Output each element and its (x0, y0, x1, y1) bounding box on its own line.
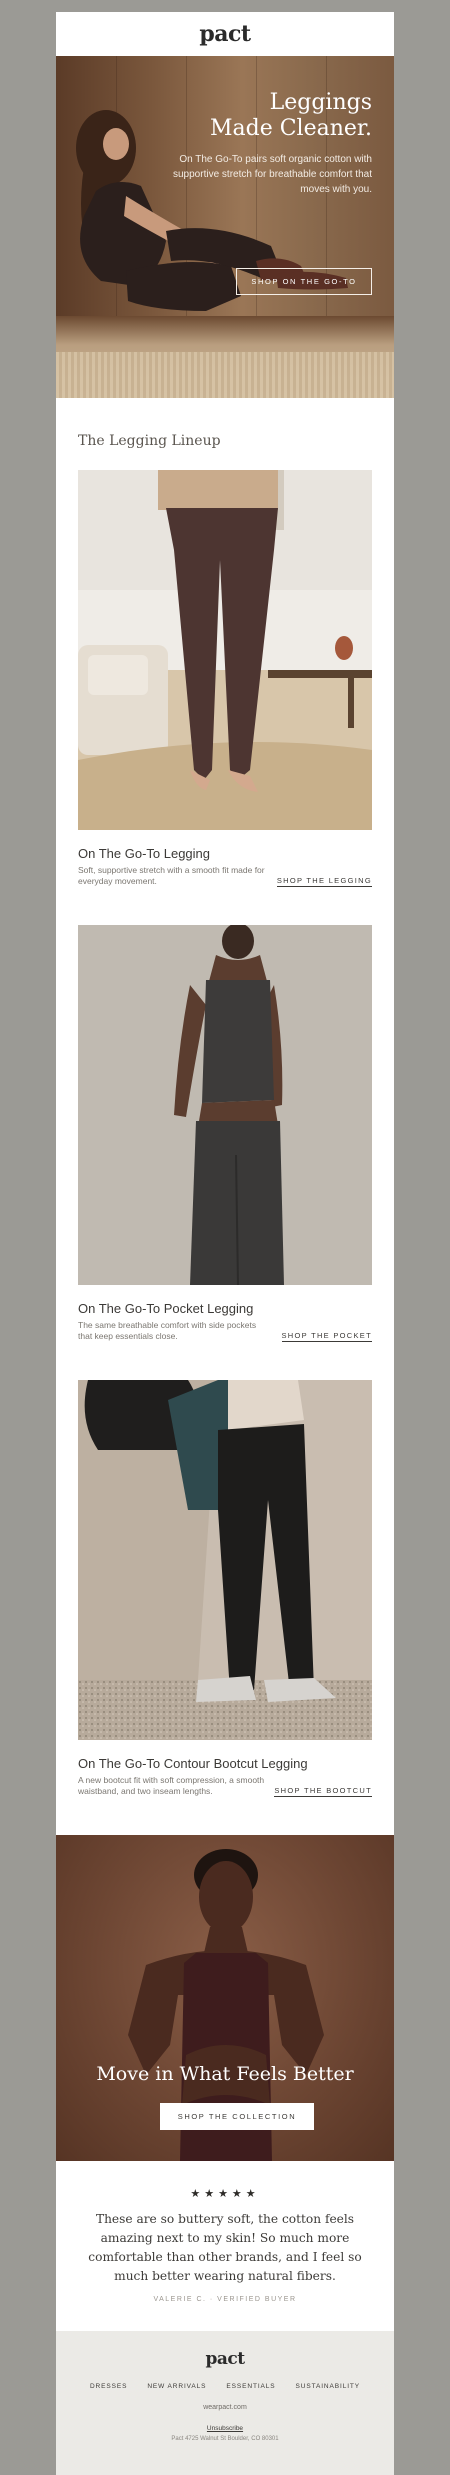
hero-copy: Leggings Made Cleaner. On The Go-To pair… (172, 90, 372, 197)
email-header: pact (56, 12, 394, 56)
footer-link-new-arrivals[interactable]: NEW ARRIVALS (147, 2383, 206, 2390)
product-image-legging[interactable] (78, 470, 372, 830)
footer-logo[interactable]: pact (56, 2349, 394, 2369)
shop-the-bootcut-link[interactable]: SHOP THE BOOTCUT (274, 1786, 372, 1797)
product-image-bootcut-legging[interactable] (78, 1380, 372, 1740)
footer-address: Pact 4725 Walnut St Boulder, CO 80301 (171, 2436, 279, 2442)
hero-title: Leggings Made Cleaner. (172, 90, 372, 142)
pact-logo[interactable]: pact (199, 21, 251, 47)
product-name[interactable]: On The Go-To Contour Bootcut Legging (78, 1756, 372, 1771)
product-image-pocket-legging[interactable] (78, 925, 372, 1285)
footer-link-dresses[interactable]: DRESSES (90, 2383, 127, 2390)
hero-section: Leggings Made Cleaner. On The Go-To pair… (56, 56, 394, 398)
product-card: On The Go-To Contour Bootcut Legging A n… (56, 1380, 394, 1835)
product-description: A new bootcut fit with soft compression,… (78, 1775, 265, 1796)
review-quote: These are so buttery soft, the cotton fe… (88, 2212, 362, 2283)
customer-review: ★★★★★ These are so buttery soft, the cot… (56, 2161, 394, 2331)
collection-banner: Move in What Feels Better SHOP THE COLLE… (56, 1835, 394, 2161)
footer-link-essentials[interactable]: ESSENTIALS (226, 2383, 275, 2390)
email-footer: pact DRESSES NEW ARRIVALS ESSENTIALS SUS… (56, 2331, 394, 2475)
product-description: The same breathable comfort with side po… (78, 1320, 257, 1341)
shop-on-the-go-to-button[interactable]: SHOP ON THE GO-TO (236, 268, 372, 295)
shop-the-collection-button[interactable]: SHOP THE COLLECTION (160, 2103, 314, 2130)
hero-title-line-2: Made Cleaner. (209, 116, 372, 141)
hero-body-text: On The Go-To pairs soft organic cotton w… (173, 154, 372, 195)
reviewer-name: VALERIE C. · VERIFIED BUYER (153, 2296, 297, 2303)
email-container: pact Leggings Made Cleaner. On The Go-To… (56, 12, 394, 2475)
hero-title-line-1: Leggings (269, 90, 372, 115)
footer-website-link[interactable]: wearpact.com (56, 2404, 394, 2411)
product-card: On The Go-To Pocket Legging The same bre… (56, 925, 394, 1380)
shop-the-legging-link[interactable]: SHOP THE LEGGING (276, 876, 372, 887)
banner-title: Move in What Feels Better (96, 2063, 354, 2085)
footer-nav: DRESSES NEW ARRIVALS ESSENTIALS SUSTAINA… (56, 2383, 394, 2390)
product-description: Soft, supportive stretch with a smooth f… (78, 865, 265, 886)
product-name[interactable]: On The Go-To Legging (78, 846, 372, 861)
product-name[interactable]: On The Go-To Pocket Legging (78, 1301, 372, 1316)
footer-link-sustainability[interactable]: SUSTAINABILITY (296, 2383, 361, 2390)
unsubscribe-link[interactable]: Unsubscribe (56, 2425, 394, 2432)
shop-the-pocket-link[interactable]: SHOP THE POCKET (281, 1331, 372, 1342)
star-rating-icon: ★★★★★ (190, 2188, 260, 2200)
lineup-title: The Legging Lineup (78, 433, 221, 449)
product-card: On The Go-To Legging Soft, supportive st… (56, 470, 394, 925)
